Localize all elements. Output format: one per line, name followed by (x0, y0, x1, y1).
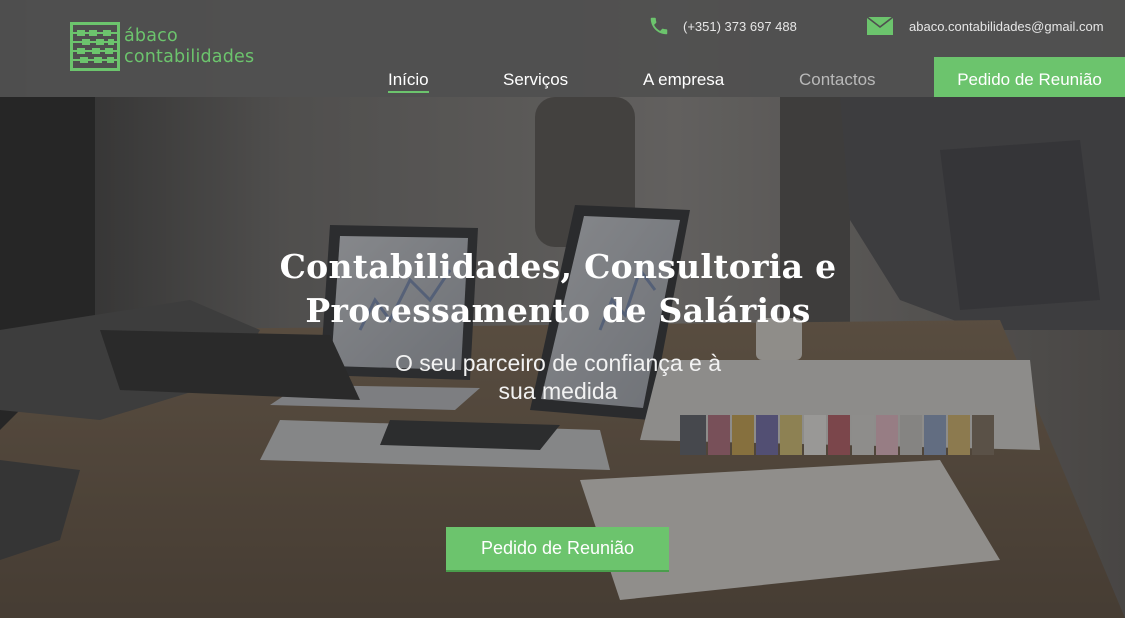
envelope-icon (867, 15, 893, 37)
hero-subtitle: O seu parceiro de confiança e à sua medi… (394, 350, 722, 404)
header-email[interactable]: abaco.contabilidades@gmail.com (867, 14, 1104, 38)
brand-name-line2: contabilidades (124, 47, 255, 67)
phone-icon (646, 15, 672, 37)
header-phone[interactable]: (+351) 373 697 488 (646, 14, 797, 38)
brand-name: ábaco contabilidades (124, 26, 254, 68)
nav-item-servicos[interactable]: Serviços (503, 70, 568, 90)
nav-item-contactos[interactable]: Contactos (799, 70, 876, 90)
phone-number: (+351) 373 697 488 (683, 18, 797, 34)
email-address: abaco.contabilidades@gmail.com (909, 18, 1104, 34)
brand-logo[interactable]: ábaco contabilidades (70, 22, 275, 72)
nav-item-a-empresa[interactable]: A empresa (643, 70, 724, 90)
hero-title: Contabilidades, Consultoria e Processame… (279, 247, 837, 330)
brand-name-line1: ábaco (124, 26, 178, 46)
nav-meeting-request-button[interactable]: Pedido de Reunião (934, 57, 1125, 97)
nav-item-inicio[interactable]: Início (388, 70, 429, 93)
site-header: ábaco contabilidades (+351) 373 697 488 … (0, 0, 1125, 97)
hero-meeting-request-button[interactable]: Pedido de Reunião (446, 527, 669, 570)
abacus-icon (70, 22, 120, 71)
